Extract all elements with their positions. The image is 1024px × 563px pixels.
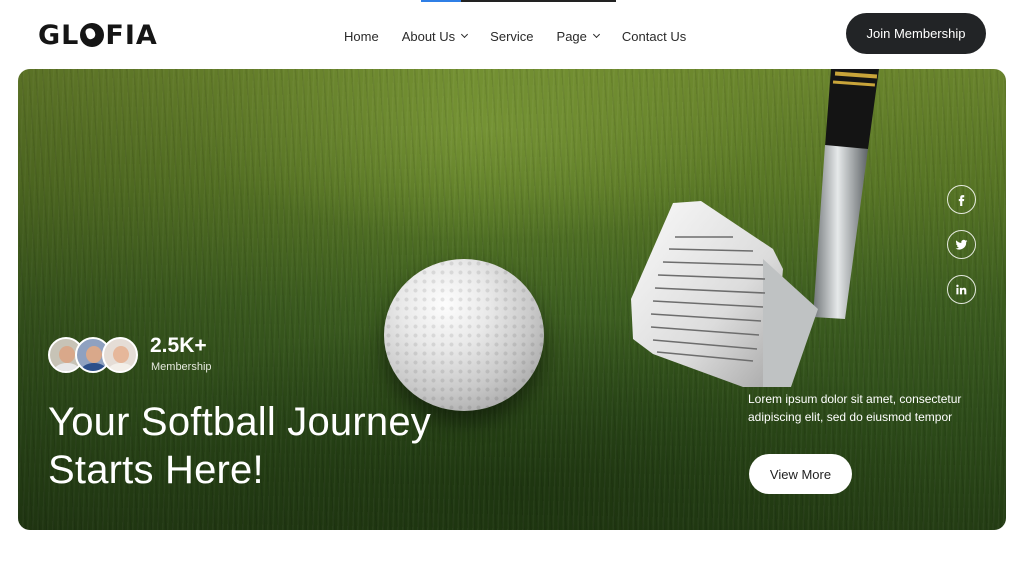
nav-label: Page bbox=[556, 28, 587, 44]
hero-title-line-1: Your Softball Journey bbox=[48, 400, 431, 444]
chevron-down-icon bbox=[461, 30, 469, 39]
hero-title-line-2: Starts Here! bbox=[48, 448, 264, 492]
hero-banner: 2.5K+ Membership Your Softball Journey S… bbox=[18, 69, 1006, 530]
chevron-down-icon bbox=[592, 30, 600, 39]
social-links bbox=[947, 185, 976, 304]
twitter-link[interactable] bbox=[947, 230, 976, 259]
nav-item-contact-us[interactable]: Contact Us bbox=[622, 29, 686, 44]
site-header: GL FIA Home About Us Service Page Contact… bbox=[0, 0, 1024, 68]
nav-label: Contact Us bbox=[621, 28, 687, 44]
nav-item-page[interactable]: Page bbox=[556, 28, 600, 44]
main-nav: Home About Us Service Page Contact Us bbox=[344, 26, 709, 46]
twitter-icon bbox=[955, 239, 968, 250]
golf-club-image bbox=[631, 69, 879, 387]
nav-label: Service bbox=[490, 28, 534, 44]
linkedin-link[interactable] bbox=[947, 275, 976, 304]
member-avatars bbox=[48, 337, 138, 373]
ball-dimples bbox=[384, 259, 544, 411]
hero-title: Your Softball Journey Starts Here! bbox=[48, 398, 518, 494]
membership-count: 2.5K+ bbox=[150, 334, 207, 357]
avatar bbox=[102, 337, 138, 373]
facebook-icon bbox=[958, 195, 965, 206]
membership-label: Membership bbox=[151, 361, 212, 373]
nav-item-about-us[interactable]: About Us bbox=[401, 28, 469, 44]
site-logo[interactable]: GL FIA bbox=[38, 17, 158, 53]
facebook-link[interactable] bbox=[947, 185, 976, 214]
hero-description: Lorem ipsum dolor sit amet, consectetur … bbox=[748, 392, 962, 424]
nav-label: Home bbox=[344, 28, 379, 44]
nav-item-home[interactable]: Home bbox=[344, 29, 379, 44]
join-membership-button[interactable]: Join Membership bbox=[846, 13, 986, 54]
view-more-button[interactable]: View More bbox=[749, 454, 852, 494]
logo-text-start: GL bbox=[38, 19, 80, 51]
linkedin-icon bbox=[956, 284, 967, 295]
nav-label: About Us bbox=[401, 28, 456, 44]
nav-item-service[interactable]: Service bbox=[490, 29, 533, 44]
globe-icon bbox=[80, 23, 105, 47]
logo-text-end: FIA bbox=[105, 19, 158, 51]
golf-ball-image bbox=[384, 259, 544, 411]
